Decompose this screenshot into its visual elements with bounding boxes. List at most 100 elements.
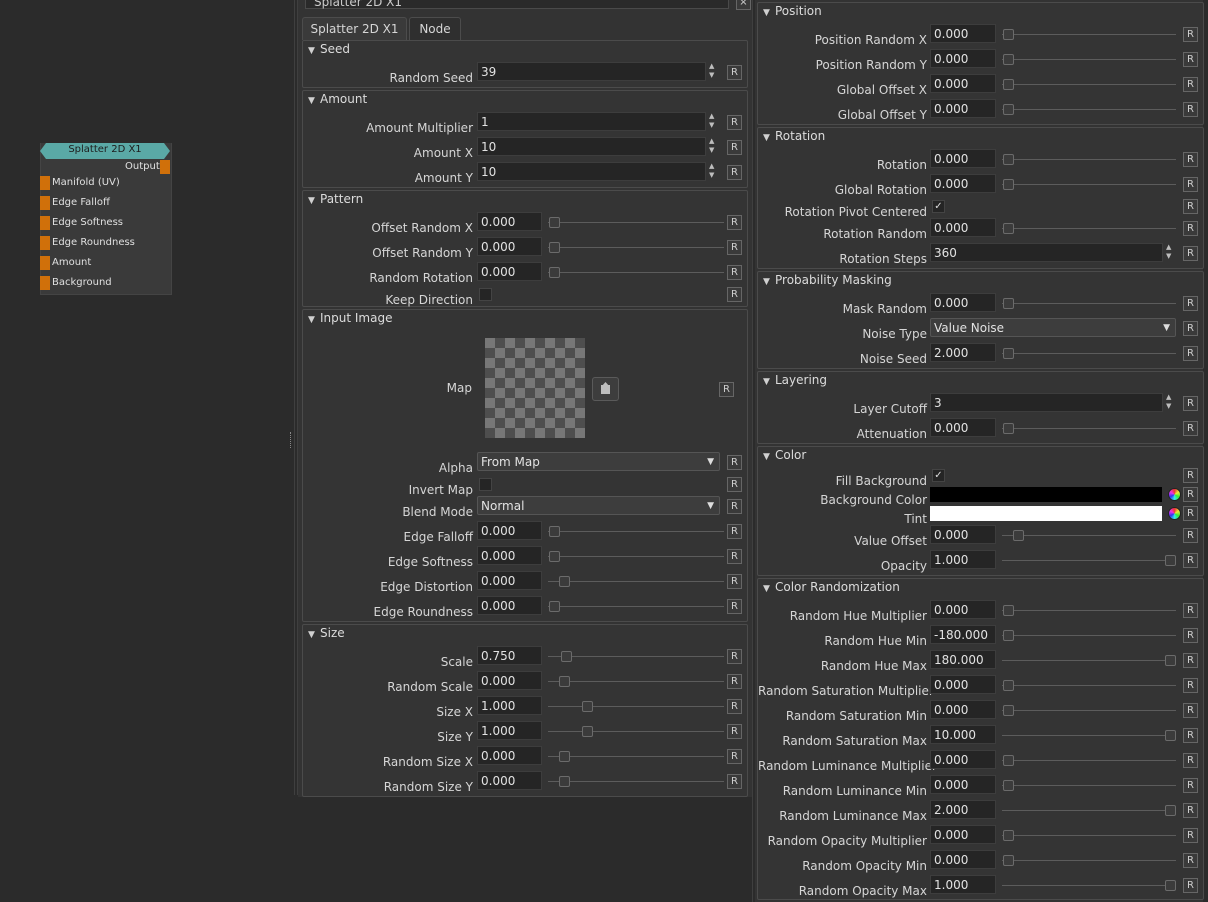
fill-background-reset-button[interactable]: R xyxy=(1183,468,1198,483)
rotation-field[interactable]: 0.000 xyxy=(930,149,996,168)
random-opacity-multiplier-field[interactable]: 0.000 xyxy=(930,825,996,844)
edge-softness-slider-handle[interactable] xyxy=(549,551,560,562)
random-hue-max-reset-button[interactable]: R xyxy=(1183,653,1198,668)
opacity-field[interactable]: 1.000 xyxy=(930,550,996,569)
random-luminance-multiplier-reset-button[interactable]: R xyxy=(1183,753,1198,768)
global-offset-y-field[interactable]: 0.000 xyxy=(930,99,996,118)
group-seed-title[interactable]: Seed xyxy=(320,42,350,56)
random-saturation-multiplier-field[interactable]: 0.000 xyxy=(930,675,996,694)
layer-cutoff-reset-button[interactable]: R xyxy=(1183,396,1198,411)
random-scale-slider-handle[interactable] xyxy=(558,676,570,687)
map-load-button[interactable] xyxy=(592,377,619,401)
rotation-steps-reset-button[interactable]: R xyxy=(1183,246,1198,261)
random-saturation-min-reset-button[interactable]: R xyxy=(1183,703,1198,718)
group-pattern-title[interactable]: Pattern xyxy=(320,192,363,206)
blend-mode-dropdown[interactable]: Normal ▼ xyxy=(477,496,720,515)
color-wheel-icon[interactable] xyxy=(1168,507,1181,520)
edge-softness-reset-button[interactable]: R xyxy=(727,549,742,564)
rotation-pivot-centered-checkbox[interactable]: ✓ xyxy=(932,200,945,213)
group-rotation-title[interactable]: Rotation xyxy=(775,129,825,143)
position-random-x-slider-handle[interactable] xyxy=(1003,29,1014,40)
alpha-reset-button[interactable]: R xyxy=(727,455,742,470)
rotation-random-slider-handle[interactable] xyxy=(1003,223,1014,234)
input-port[interactable] xyxy=(40,216,50,230)
random-luminance-min-field[interactable]: 0.000 xyxy=(930,775,996,794)
random-opacity-max-reset-button[interactable]: R xyxy=(1183,878,1198,893)
random-opacity-multiplier-slider-track[interactable] xyxy=(1002,835,1176,836)
random-scale-slider-track[interactable] xyxy=(548,681,724,682)
random-hue-multiplier-reset-button[interactable]: R xyxy=(1183,603,1198,618)
tab-node[interactable]: Node xyxy=(409,17,461,40)
random-saturation-multiplier-slider-track[interactable] xyxy=(1002,685,1176,686)
size-x-field[interactable]: 1.000 xyxy=(477,696,542,715)
global-offset-y-slider-handle[interactable] xyxy=(1003,104,1014,115)
edge-distortion-slider-track[interactable] xyxy=(548,581,724,582)
group-layering-title[interactable]: Layering xyxy=(775,373,827,387)
rotation-random-slider-track[interactable] xyxy=(1002,228,1176,229)
random-saturation-multiplier-reset-button[interactable]: R xyxy=(1183,678,1198,693)
position-random-y-field[interactable]: 0.000 xyxy=(930,49,996,68)
value-offset-field[interactable]: 0.000 xyxy=(930,525,996,544)
random-saturation-max-slider-track[interactable] xyxy=(1002,735,1176,736)
background-color-reset-button[interactable]: R xyxy=(1183,487,1198,502)
global-rotation-slider-handle[interactable] xyxy=(1003,179,1014,190)
size-x-slider-handle[interactable] xyxy=(581,701,593,712)
edge-distortion-field[interactable]: 0.000 xyxy=(477,571,542,590)
output-port[interactable] xyxy=(160,160,170,174)
scale-slider-track[interactable] xyxy=(548,656,724,657)
keep-direction-checkbox[interactable] xyxy=(479,288,492,301)
edge-roundness-reset-button[interactable]: R xyxy=(727,599,742,614)
random-rotation-slider-track[interactable] xyxy=(548,272,724,273)
position-random-x-field[interactable]: 0.000 xyxy=(930,24,996,43)
amount-x-field[interactable]: 10 xyxy=(477,137,706,156)
spinner-arrows-icon[interactable]: ▲ ▼ xyxy=(707,112,719,131)
group-position-title[interactable]: Position xyxy=(775,4,822,18)
random-saturation-multiplier-slider-handle[interactable] xyxy=(1003,680,1014,691)
amount-multiplier-field[interactable]: 1 xyxy=(477,112,706,131)
random-opacity-max-slider-track[interactable] xyxy=(1002,885,1176,886)
value-offset-reset-button[interactable]: R xyxy=(1183,528,1198,543)
edge-softness-slider-track[interactable] xyxy=(548,556,724,557)
random-hue-max-slider-handle[interactable] xyxy=(1165,655,1176,666)
position-random-x-reset-button[interactable]: R xyxy=(1183,27,1198,42)
random-size-x-reset-button[interactable]: R xyxy=(727,749,742,764)
global-rotation-field[interactable]: 0.000 xyxy=(930,174,996,193)
global-offset-x-slider-handle[interactable] xyxy=(1003,79,1014,90)
edge-roundness-slider-track[interactable] xyxy=(548,606,724,607)
fill-background-checkbox[interactable]: ✓ xyxy=(932,469,945,482)
tint-swatch[interactable] xyxy=(930,506,1162,521)
random-size-y-slider-track[interactable] xyxy=(548,781,724,782)
rotation-random-reset-button[interactable]: R xyxy=(1183,221,1198,236)
edge-roundness-field[interactable]: 0.000 xyxy=(477,596,542,615)
attenuation-slider-handle[interactable] xyxy=(1003,423,1014,434)
global-rotation-slider-track[interactable] xyxy=(1002,184,1176,185)
input-port[interactable] xyxy=(40,236,50,250)
random-luminance-max-slider-handle[interactable] xyxy=(1165,805,1176,816)
edge-falloff-field[interactable]: 0.000 xyxy=(477,521,542,540)
mask-random-slider-handle[interactable] xyxy=(1003,298,1014,309)
opacity-slider-handle[interactable] xyxy=(1165,555,1176,566)
rotation-slider-handle[interactable] xyxy=(1003,154,1014,165)
mask-random-slider-track[interactable] xyxy=(1002,303,1176,304)
global-offset-x-slider-track[interactable] xyxy=(1002,84,1176,85)
edge-distortion-reset-button[interactable]: R xyxy=(727,574,742,589)
splitter-grip[interactable] xyxy=(290,432,293,448)
noise-type-dropdown[interactable]: Value Noise ▼ xyxy=(930,318,1176,337)
scale-field[interactable]: 0.750 xyxy=(477,646,542,665)
input-port[interactable] xyxy=(40,176,50,190)
layer-cutoff-field[interactable]: 3 xyxy=(930,393,1163,412)
random-saturation-min-slider-handle[interactable] xyxy=(1003,705,1014,716)
edge-distortion-slider-handle[interactable] xyxy=(558,576,570,587)
keep-direction-reset-button[interactable]: R xyxy=(727,287,742,302)
random-opacity-min-reset-button[interactable]: R xyxy=(1183,853,1198,868)
offset-random-y-slider-handle[interactable] xyxy=(549,242,560,253)
random-size-y-slider-handle[interactable] xyxy=(558,776,570,787)
offset-random-y-slider-track[interactable] xyxy=(548,247,724,248)
noise-type-reset-button[interactable]: R xyxy=(1183,321,1198,336)
group-input-image-title[interactable]: Input Image xyxy=(320,311,392,325)
input-port[interactable] xyxy=(40,276,50,290)
random-luminance-max-field[interactable]: 2.000 xyxy=(930,800,996,819)
offset-random-x-field[interactable]: 0.000 xyxy=(477,212,542,231)
offset-random-x-reset-button[interactable]: R xyxy=(727,215,742,230)
value-offset-slider-track[interactable] xyxy=(1002,535,1176,536)
